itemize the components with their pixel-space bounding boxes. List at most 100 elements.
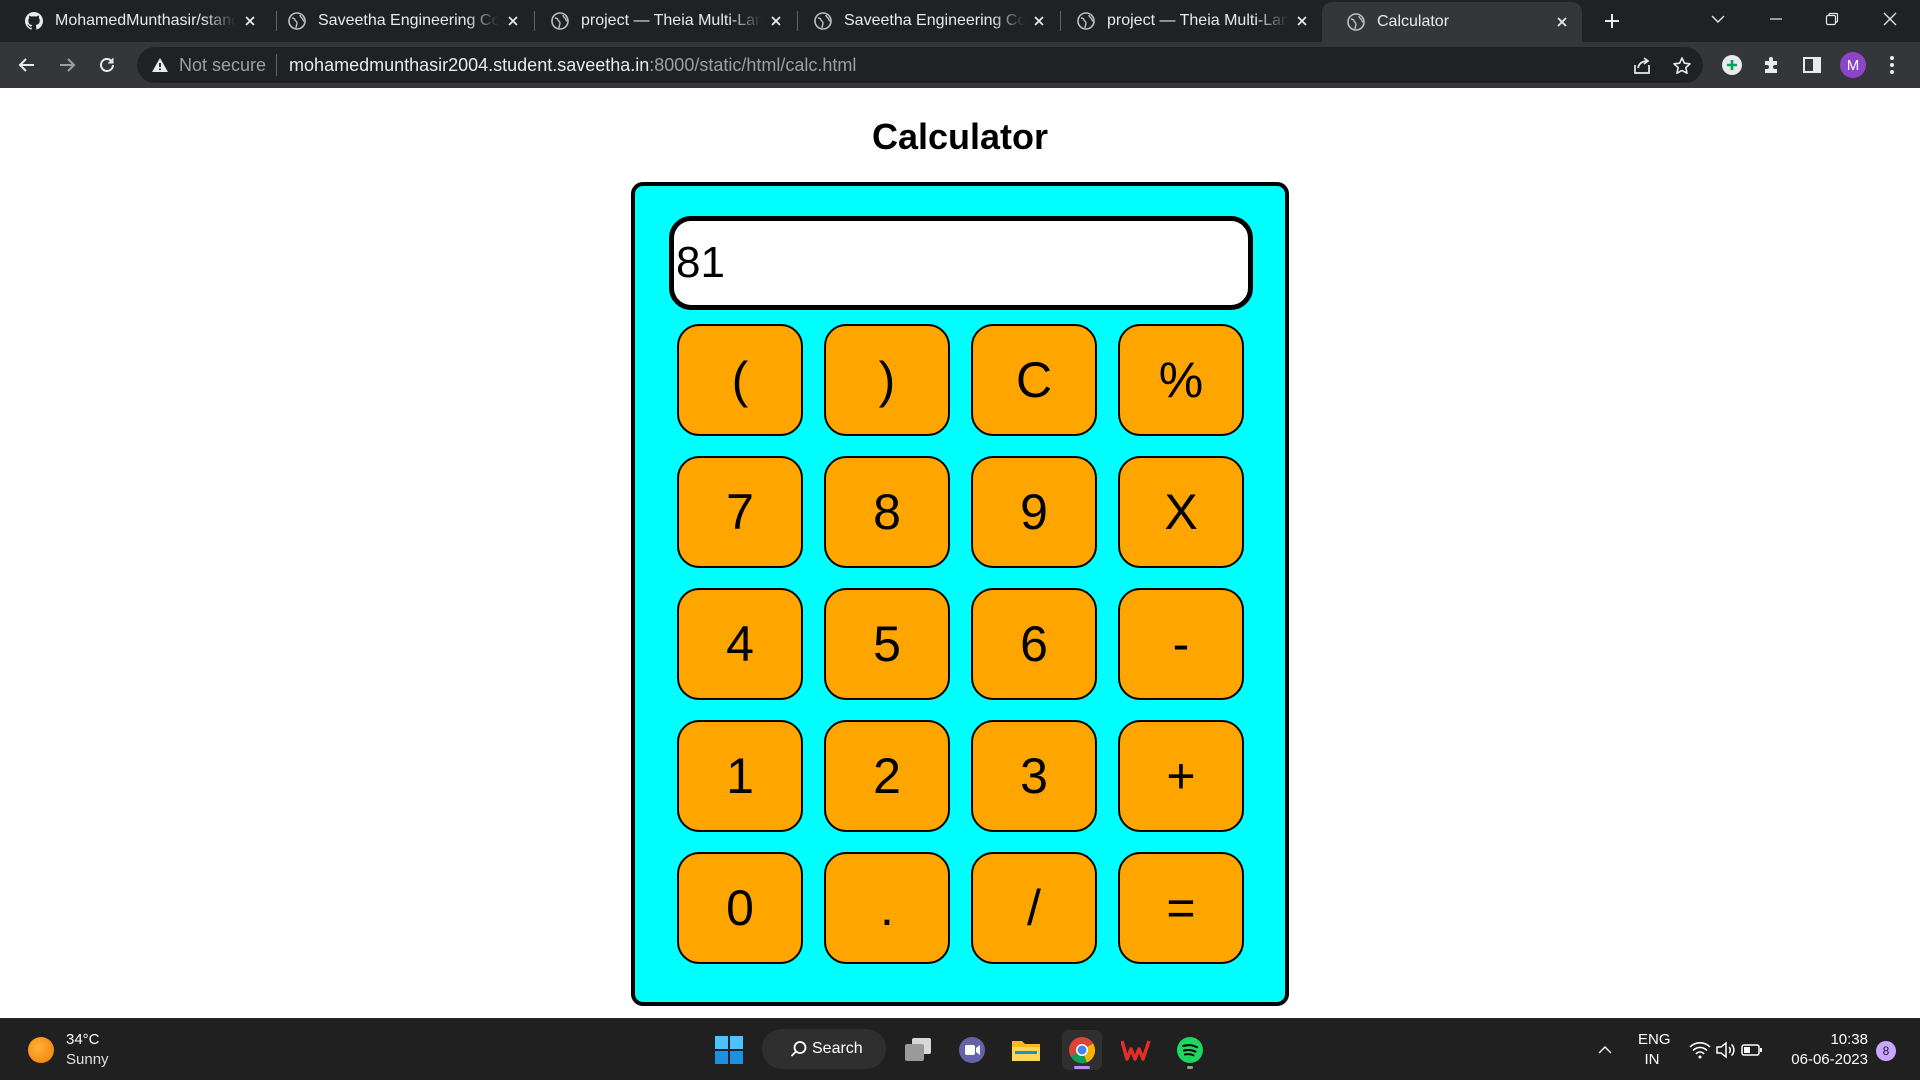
key-4[interactable]: 4 [677, 588, 803, 700]
warning-icon[interactable] [151, 56, 169, 74]
tab-title: Saveetha Engineering College [844, 12, 1025, 29]
url-path: :8000/static/html/calc.html [649, 54, 857, 75]
key-6[interactable]: 6 [971, 588, 1097, 700]
forward-button[interactable] [51, 49, 83, 81]
key-multiply[interactable]: X [1118, 456, 1244, 568]
tab-saveetha-2[interactable]: Saveetha Engineering College [789, 0, 1059, 42]
key-close-paren[interactable]: ) [824, 324, 950, 436]
reload-icon [100, 58, 114, 72]
key-3[interactable]: 3 [971, 720, 1097, 832]
file-explorer-button[interactable] [1006, 1030, 1046, 1070]
chevron-down-icon [1711, 15, 1725, 23]
key-1[interactable]: 1 [677, 720, 803, 832]
key-0[interactable]: 0 [677, 852, 803, 964]
minimize-button[interactable] [1748, 0, 1804, 38]
share-icon [1634, 57, 1650, 74]
key-clear[interactable]: C [971, 324, 1097, 436]
tab-saveetha-1[interactable]: Saveetha Engineering College [263, 0, 533, 42]
globe-icon [1077, 12, 1095, 30]
volume-icon [1716, 1041, 1735, 1059]
key-9[interactable]: 9 [971, 456, 1097, 568]
key-8[interactable]: 8 [824, 456, 950, 568]
chrome-icon [1069, 1037, 1096, 1064]
close-icon[interactable] [768, 13, 784, 29]
share-button[interactable] [1631, 55, 1653, 77]
side-panel-icon [1803, 57, 1821, 73]
puzzle-icon [1765, 57, 1777, 73]
tab-theia-2[interactable]: project — Theia Multi-Language [1052, 0, 1322, 42]
globe-icon [551, 12, 569, 30]
wps-office-button[interactable] [1116, 1030, 1156, 1070]
tab-calculator[interactable]: Calculator [1322, 2, 1582, 42]
language-indicator[interactable]: ENG [1638, 1031, 1671, 1048]
tab-title: project — Theia Multi-Language [581, 12, 762, 29]
security-label[interactable]: Not secure [179, 55, 266, 76]
calculator-body: 81 ( ) C % 7 8 9 X 4 5 6 - 1 2 3 + 0 . /… [631, 182, 1289, 1006]
clock-date[interactable]: 06-06-2023 [1780, 1051, 1868, 1068]
key-7[interactable]: 7 [677, 456, 803, 568]
active-indicator [1074, 1066, 1090, 1069]
extension-plus-button[interactable] [1720, 53, 1744, 77]
key-equals[interactable]: = [1118, 852, 1244, 964]
close-icon[interactable] [1554, 14, 1570, 30]
new-tab-button[interactable] [1598, 7, 1626, 35]
key-subtract[interactable]: - [1118, 588, 1244, 700]
globe-icon [288, 12, 306, 30]
url-host: mohamedmunthasir2004.student.saveetha.in [289, 54, 650, 75]
tab-search-button[interactable] [1690, 0, 1746, 38]
battery-icon [1741, 1044, 1762, 1056]
divider [276, 54, 278, 76]
address-bar[interactable]: Not secure mohamedmunthasir2004.student.… [137, 47, 1703, 83]
running-indicator [1187, 1066, 1193, 1069]
start-button[interactable] [709, 1030, 749, 1070]
github-icon [25, 12, 43, 30]
close-icon[interactable] [1031, 13, 1047, 29]
task-view-button[interactable] [898, 1030, 938, 1070]
spotify-button[interactable] [1170, 1030, 1210, 1070]
close-icon[interactable] [505, 13, 521, 29]
profile-avatar[interactable]: M [1840, 52, 1866, 78]
tab-github[interactable]: MohamedMunthasir/standard-calculator [0, 0, 270, 42]
tab-theia-1[interactable]: project — Theia Multi-Language [526, 0, 796, 42]
taskbar: 34°C Sunny Search ENG IN 10:38 06-06-202… [0, 1018, 1920, 1080]
key-2[interactable]: 2 [824, 720, 950, 832]
arrow-right-icon [60, 58, 76, 72]
restore-button[interactable] [1804, 0, 1860, 38]
tab-strip: MohamedMunthasir/standard-calculator Sav… [0, 0, 1920, 42]
key-open-paren[interactable]: ( [677, 324, 803, 436]
key-percent[interactable]: % [1118, 324, 1244, 436]
key-decimal[interactable]: . [824, 852, 950, 964]
page-title: Calculator [871, 116, 1049, 157]
clock-time[interactable]: 10:38 [1780, 1031, 1868, 1048]
minimize-icon [1770, 18, 1782, 20]
task-view-icon [905, 1038, 931, 1061]
wps-office-icon [1121, 1040, 1151, 1061]
key-add[interactable]: + [1118, 720, 1244, 832]
reload-button[interactable] [91, 49, 123, 81]
side-panel-button[interactable] [1800, 53, 1824, 77]
input-region[interactable]: IN [1638, 1051, 1666, 1068]
key-5[interactable]: 5 [824, 588, 950, 700]
close-window-button[interactable] [1862, 0, 1918, 38]
more-vert-icon [1890, 56, 1894, 74]
search-icon [790, 1041, 807, 1057]
close-icon[interactable] [1294, 13, 1310, 29]
close-icon [1883, 12, 1897, 26]
close-icon[interactable] [242, 13, 258, 29]
calculator-display[interactable]: 81 [669, 216, 1253, 310]
chrome-taskbar-button[interactable] [1062, 1030, 1102, 1070]
spotify-icon [1177, 1037, 1203, 1063]
quick-settings-button[interactable] [1684, 1030, 1768, 1070]
taskbar-search[interactable]: Search [762, 1029, 886, 1069]
bookmark-button[interactable] [1671, 55, 1693, 77]
key-divide[interactable]: / [971, 852, 1097, 964]
show-hidden-icons-button[interactable] [1590, 1030, 1620, 1070]
sun-icon [28, 1037, 54, 1063]
file-explorer-icon [1012, 1041, 1040, 1061]
teams-chat-button[interactable] [952, 1030, 992, 1070]
wifi-icon [1689, 1042, 1711, 1059]
back-button[interactable] [11, 49, 43, 81]
notification-badge[interactable]: 8 [1876, 1041, 1896, 1061]
extensions-button[interactable] [1760, 53, 1784, 77]
menu-button[interactable] [1880, 53, 1904, 77]
